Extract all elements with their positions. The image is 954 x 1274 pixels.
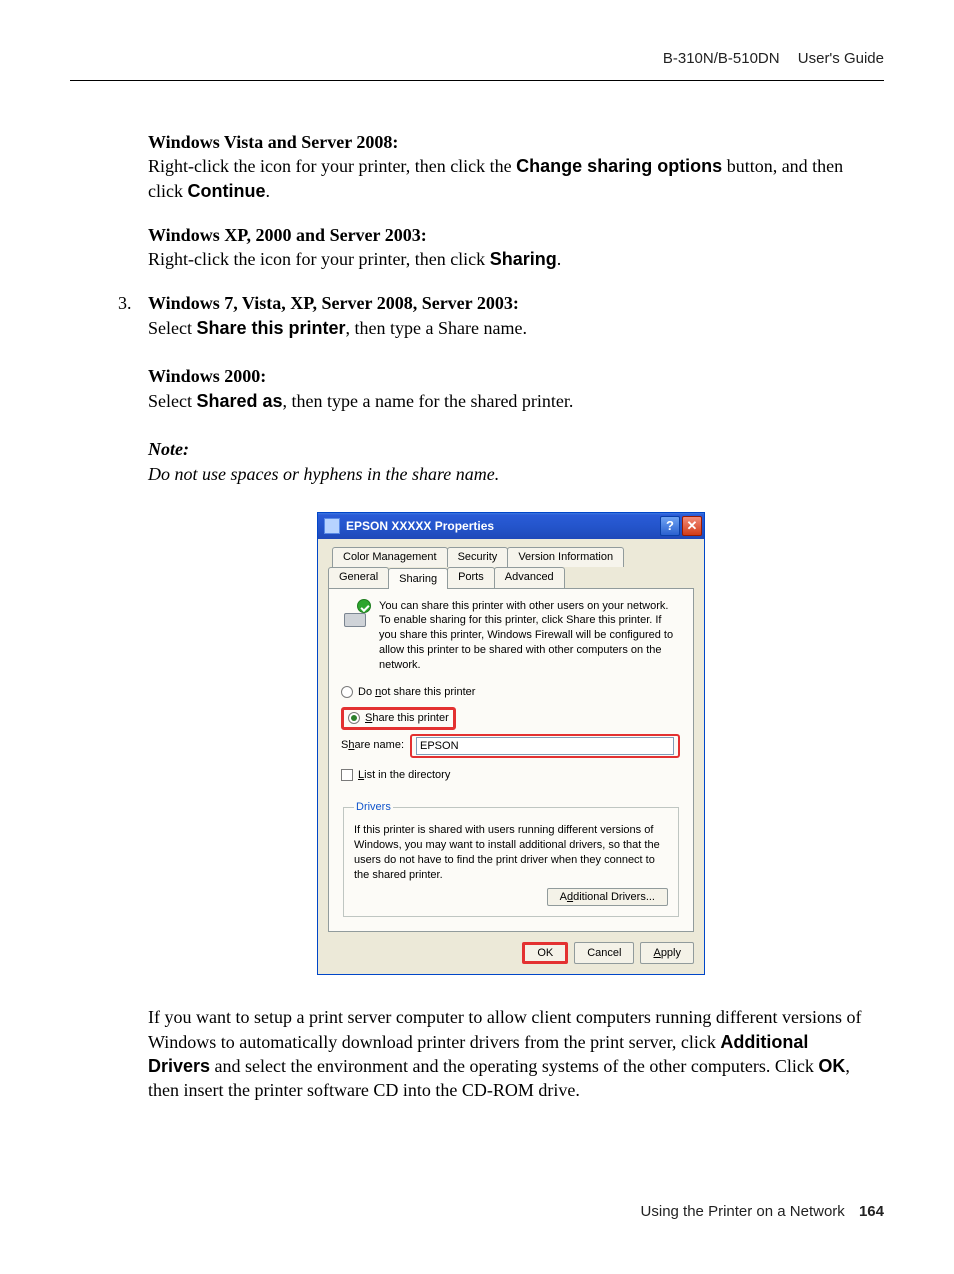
header-product: B-310N/B-510DN [663, 50, 780, 67]
text: and select the environment and the opera… [210, 1056, 818, 1076]
additional-drivers-button[interactable]: Additional Drivers... [547, 888, 668, 906]
share-status-icon [341, 599, 371, 629]
text: . [265, 181, 270, 201]
section-vista: Windows Vista and Server 2008: Right-cli… [148, 130, 874, 203]
header-title: User's Guide [798, 50, 884, 67]
cancel-button[interactable]: Cancel [574, 942, 634, 964]
tab-advanced[interactable]: Advanced [494, 567, 565, 588]
ui-term-sharing: Sharing [490, 249, 557, 269]
text: , then type a name for the shared printe… [283, 391, 574, 411]
ui-term-share-this-printer: Share this printer [196, 318, 345, 338]
drivers-text: If this printer is shared with users run… [354, 823, 668, 882]
share-name-label: Share name: [341, 738, 404, 753]
text: Right-click the icon for your printer, t… [148, 156, 516, 176]
text: Select [148, 391, 196, 411]
intro-text: You can share this printer with other us… [379, 599, 681, 673]
page-footer: Using the Printer on a Network 164 [641, 1203, 884, 1220]
dialog-button-row: OK Cancel Apply [328, 942, 694, 964]
text: , then type a Share name. [346, 318, 527, 338]
note-label: Note: [148, 437, 874, 461]
highlight-share-name [410, 734, 680, 758]
tab-general[interactable]: General [328, 567, 389, 588]
printer-icon [324, 518, 340, 534]
close-button[interactable]: ✕ [682, 516, 702, 536]
list-item-3: 3. Windows 7, Vista, XP, Server 2008, Se… [148, 291, 874, 485]
note-text: Do not use spaces or hyphens in the shar… [148, 462, 874, 486]
heading-xp2000: Windows XP, 2000 and Server 2003: [148, 223, 874, 247]
tab-ports[interactable]: Ports [447, 567, 495, 588]
after-paragraph: If you want to setup a print server comp… [148, 1005, 874, 1102]
tab-sharing[interactable]: Sharing [388, 568, 448, 589]
tab-color-management[interactable]: Color Management [332, 547, 448, 567]
page-number: 164 [859, 1203, 884, 1220]
drivers-group: Drivers If this printer is shared with u… [343, 800, 679, 917]
text: . [557, 249, 562, 269]
dialog-titlebar[interactable]: EPSON XXXXX Properties ? ✕ [318, 513, 704, 539]
radio-share-this-printer[interactable]: Share this printer [348, 711, 449, 726]
tab-strip: Color Management Security Version Inform… [328, 547, 694, 933]
list-number: 3. [118, 291, 132, 315]
tab-version-info[interactable]: Version Information [507, 547, 624, 567]
drivers-legend: Drivers [354, 800, 393, 815]
text: Right-click the icon for your printer, t… [148, 249, 490, 269]
radio-do-not-share[interactable]: Do not share this printer [341, 685, 475, 700]
dialog-title: EPSON XXXXX Properties [346, 518, 658, 534]
ok-button[interactable]: OK [522, 942, 568, 964]
xp-properties-dialog: EPSON XXXXX Properties ? ✕ Color Managem… [317, 512, 705, 976]
ui-term-ok: OK [818, 1056, 845, 1076]
ui-term-change-sharing: Change sharing options [516, 156, 722, 176]
heading-win2000: Windows 2000: [148, 364, 874, 388]
checkbox-list-directory[interactable]: List in the directory [341, 768, 450, 783]
footer-section: Using the Printer on a Network [641, 1203, 845, 1220]
main-content: Windows Vista and Server 2008: Right-cli… [148, 130, 874, 1103]
heading-win7: Windows 7, Vista, XP, Server 2008, Serve… [148, 291, 874, 315]
heading-vista: Windows Vista and Server 2008: [148, 130, 874, 154]
ui-term-shared-as: Shared as [196, 391, 282, 411]
ui-term-continue: Continue [187, 181, 265, 201]
section-xp2000: Windows XP, 2000 and Server 2003: Right-… [148, 223, 874, 272]
text: Select [148, 318, 196, 338]
page-header: B-310N/B-510DN User's Guide [663, 50, 884, 67]
apply-button[interactable]: Apply [640, 942, 694, 964]
sharing-panel: You can share this printer with other us… [328, 588, 694, 933]
share-name-input[interactable] [416, 737, 674, 755]
header-rule [70, 80, 884, 81]
tab-security[interactable]: Security [447, 547, 509, 567]
help-button[interactable]: ? [660, 516, 680, 536]
